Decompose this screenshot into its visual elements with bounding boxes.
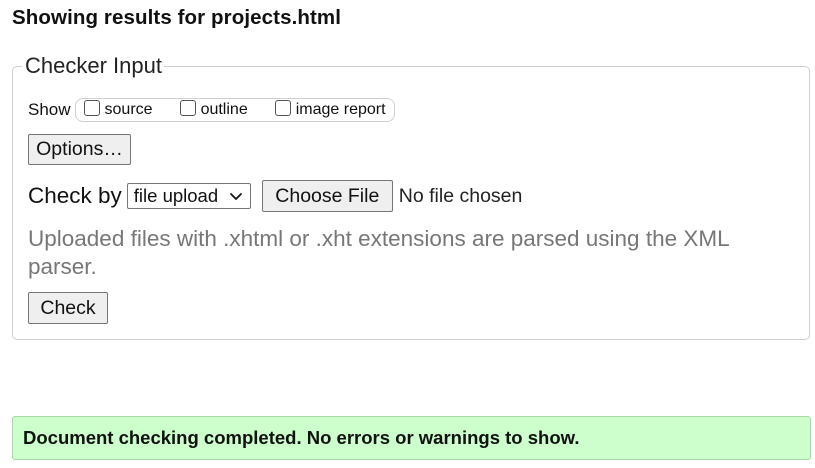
choose-file-button[interactable]: Choose File [261,180,393,212]
show-options-row: Show source outline image report [28,97,395,123]
show-options-group: source outline image report [74,98,395,122]
outline-checkbox-label: outline [200,101,248,118]
check-by-selected-value: file upload [133,185,219,206]
status-message-text: Document checking completed. No errors o… [23,427,580,448]
outline-checkbox[interactable] [179,100,196,116]
source-checkbox-label: source [104,101,153,118]
show-source-option[interactable]: source [83,100,153,119]
validator-page: Showing results for projects.html Checke… [0,0,815,468]
check-button[interactable]: Check [28,292,108,324]
source-checkbox[interactable] [83,100,100,116]
show-outline-option[interactable]: outline [179,100,248,119]
upload-hint: Uploaded files with .xhtml or .xht exten… [28,226,729,279]
status-message: Document checking completed. No errors o… [12,416,811,460]
check-by-select[interactable]: file upload [126,183,251,209]
check-by-label: Check by [28,183,122,208]
checker-input-legend: Checker Input [22,53,164,79]
check-by-row: Check by file upload Choose File No file… [28,180,522,212]
show-image-report-option[interactable]: image report [274,100,386,119]
show-label: Show [28,100,71,119]
image-report-checkbox-label: image report [295,101,386,118]
file-status-text: No file chosen [398,184,523,207]
page-title: Showing results for projects.html [12,6,342,29]
checker-input-fieldset: Checker Input Show source outline image … [12,53,810,340]
chevron-down-icon [229,193,242,200]
options-button[interactable]: Options… [28,134,131,165]
image-report-checkbox[interactable] [274,100,291,116]
